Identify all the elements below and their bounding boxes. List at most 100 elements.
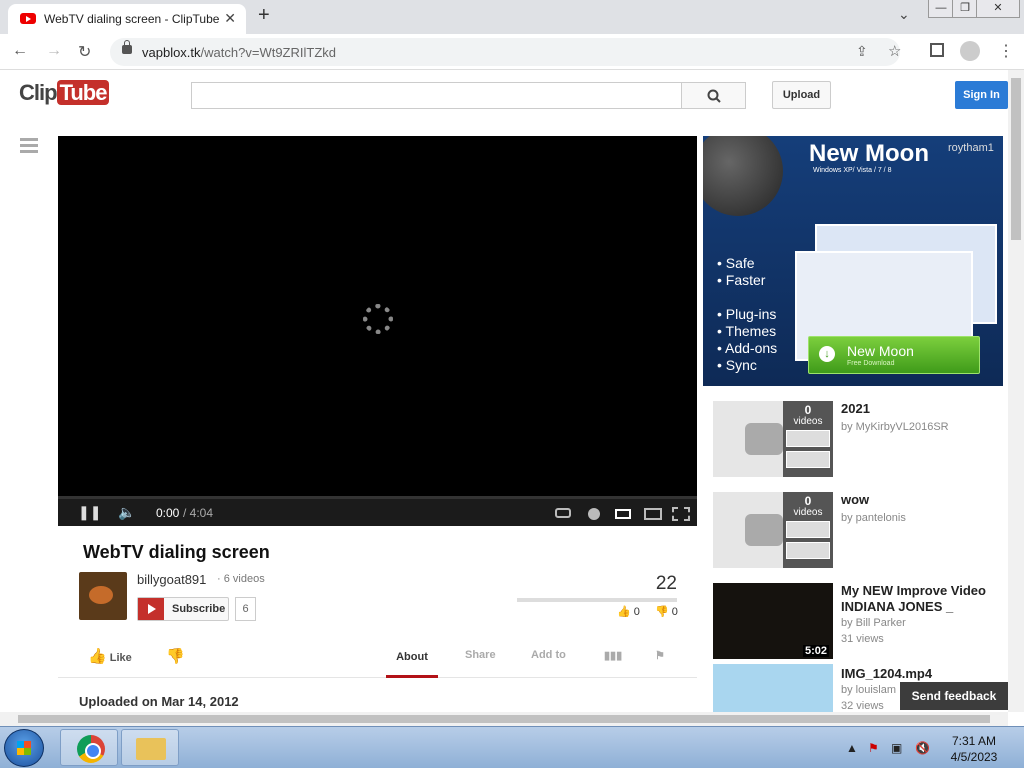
vertical-scrollbar[interactable] <box>1008 70 1024 712</box>
forward-icon[interactable]: → <box>46 42 62 60</box>
ad-headline: New Moon <box>809 140 929 167</box>
horizontal-scrollbar[interactable] <box>0 712 1008 726</box>
restore-button[interactable]: ❐ <box>952 0 978 18</box>
back-icon[interactable]: ← <box>12 42 28 60</box>
side-panel-icon[interactable] <box>930 43 944 57</box>
folder-icon <box>136 738 166 760</box>
related-author: by louislam <box>841 684 897 696</box>
browser-tab[interactable]: WebTV dialing screen - ClipTube ✕ <box>8 4 246 34</box>
browser-toolbar: ← → ↻ vapblox.tk/watch?v=Wt9ZRIlTZkd ⇪ ☆… <box>0 34 1024 70</box>
list-item[interactable]: 0 videos 2021 by MyKirbyVL2016SR <box>713 401 1008 481</box>
new-tab-button[interactable]: + <box>258 4 270 27</box>
video-player[interactable]: ❚❚ 🔈 0:00 / 4:04 <box>58 136 697 526</box>
close-tab-icon[interactable]: ✕ <box>224 10 236 27</box>
total-time: / 4:04 <box>183 506 214 520</box>
list-item[interactable]: 5:02 My NEW Improve Video INDIANA JONES … <box>713 583 1008 663</box>
chrome-taskbar-button[interactable] <box>60 729 118 766</box>
flag-icon[interactable]: ⚑ <box>655 649 665 662</box>
playlist-thumbnail: 0 videos <box>713 492 833 568</box>
chrome-icon <box>77 735 105 763</box>
share-icon[interactable]: ⇪ <box>856 43 868 60</box>
like-ratio-bar <box>517 598 677 602</box>
small-player-icon[interactable] <box>615 509 631 519</box>
list-item[interactable]: 0 videos wow by pantelonis <box>713 492 1008 572</box>
web-page: Clip Tube Upload Sign In ❚❚ 🔈 0:00 / 4:04… <box>0 70 1008 712</box>
volume-muted-icon[interactable]: 🔇 <box>915 741 930 755</box>
dislike-button-icon[interactable]: 👎 <box>166 647 185 665</box>
stats-icon[interactable]: ▮▮▮ <box>604 649 622 662</box>
related-author: by MyKirbyVL2016SR <box>841 421 949 433</box>
moon-globe-icon <box>703 136 783 216</box>
url-text: vapblox.tk/watch?v=Wt9ZRIlTZkd <box>142 45 336 60</box>
youtube-play-icon <box>138 598 164 620</box>
upload-button[interactable]: Upload <box>772 81 831 109</box>
like-button[interactable]: 👍 Like <box>88 647 132 665</box>
feature-item: • Add-ons <box>717 340 778 356</box>
search-button[interactable] <box>681 82 746 109</box>
menu-dots-icon[interactable]: ⋮ <box>998 41 1014 61</box>
loading-spinner-icon <box>363 304 393 334</box>
tab-add-to[interactable]: Add to <box>531 649 566 661</box>
related-title[interactable]: IMG_1204.mp4 <box>841 666 1001 682</box>
video-title: WebTV dialing screen <box>83 542 270 562</box>
system-clock[interactable]: 7:31 AM 4/5/2023 <box>944 733 1004 765</box>
windows-taskbar: ▲ ⚑ ▣ 🔇 7:31 AM 4/5/2023 <box>0 726 1024 768</box>
minimize-button[interactable]: — <box>928 0 954 18</box>
sign-in-button[interactable]: Sign In <box>955 81 1008 109</box>
owner-video-count[interactable]: · 6 videos <box>217 573 265 585</box>
feature-item: • Faster <box>717 272 766 288</box>
ad-banner[interactable]: New Moon Windows XP/ Vista / 7 / 8 royth… <box>703 136 1003 386</box>
download-arrow-icon: ↓ <box>819 346 835 362</box>
send-feedback-button[interactable]: Send feedback <box>900 682 1008 710</box>
large-player-icon[interactable] <box>644 508 662 520</box>
network-icon[interactable]: ▣ <box>891 741 902 755</box>
explorer-taskbar-button[interactable] <box>121 729 179 766</box>
owner-avatar[interactable] <box>79 572 127 620</box>
related-author: by Bill Parker <box>841 617 906 629</box>
owner-name-link[interactable]: billygoat891 <box>137 572 206 587</box>
bookmark-star-icon[interactable]: ☆ <box>888 42 901 60</box>
start-button[interactable] <box>4 729 44 767</box>
related-views: 32 views <box>841 700 884 712</box>
dislike-count: 👎 0 <box>655 606 678 618</box>
related-title[interactable]: My NEW Improve Video INDIANA JONES _ <box>841 583 1001 615</box>
view-count: 22 <box>655 573 677 594</box>
pause-icon[interactable]: ❚❚ <box>78 504 101 521</box>
related-views: 31 views <box>841 633 884 645</box>
cliptube-logo[interactable]: Clip Tube <box>19 80 110 106</box>
tab-share[interactable]: Share <box>465 649 496 661</box>
volume-icon[interactable]: 🔈 <box>118 504 135 521</box>
ad-username: roytham1 <box>948 142 994 154</box>
search-input[interactable] <box>191 82 682 109</box>
profile-avatar-icon[interactable] <box>960 41 980 61</box>
related-author: by pantelonis <box>841 512 906 524</box>
captions-icon[interactable] <box>555 508 571 518</box>
ad-subhead: Windows XP/ Vista / 7 / 8 <box>813 167 892 174</box>
reload-icon[interactable]: ↻ <box>78 42 91 62</box>
close-window-button[interactable]: ✕ <box>976 0 1020 18</box>
settings-gear-icon[interactable] <box>588 508 600 520</box>
feature-item: • Themes <box>717 323 777 339</box>
video-thumbnail <box>713 664 833 712</box>
fullscreen-icon[interactable] <box>672 507 690 521</box>
tab-search-icon[interactable]: ⌄ <box>898 6 910 23</box>
subscribe-button[interactable]: Subscribe <box>137 597 229 621</box>
player-controls: ❚❚ 🔈 0:00 / 4:04 <box>58 496 697 526</box>
tab-about[interactable]: About <box>386 638 438 678</box>
current-time: 0:00 <box>156 506 180 520</box>
guide-menu-icon[interactable] <box>20 138 38 154</box>
tab-title: WebTV dialing screen - ClipTube <box>44 12 220 26</box>
related-title[interactable]: wow <box>841 492 1001 508</box>
feature-item: • Plug-ins <box>717 306 777 322</box>
address-bar[interactable]: vapblox.tk/watch?v=Wt9ZRIlTZkd ⇪ ☆ <box>110 38 901 66</box>
playlist-thumbnail: 0 videos <box>713 401 833 477</box>
video-thumbnail: 5:02 <box>713 583 833 659</box>
cliptube-favicon-icon <box>20 13 36 24</box>
tray-expand-icon[interactable]: ▲ <box>846 741 858 755</box>
browser-tab-strip: WebTV dialing screen - ClipTube ✕ + ⌄ — … <box>0 0 1024 34</box>
action-center-icon[interactable]: ⚑ <box>868 741 879 755</box>
like-count: 👍 0 <box>617 606 640 618</box>
feature-item: • Sync <box>717 357 757 373</box>
ad-download-button[interactable]: ↓ New Moon Free Download <box>808 336 980 374</box>
related-title[interactable]: 2021 <box>841 401 1001 417</box>
